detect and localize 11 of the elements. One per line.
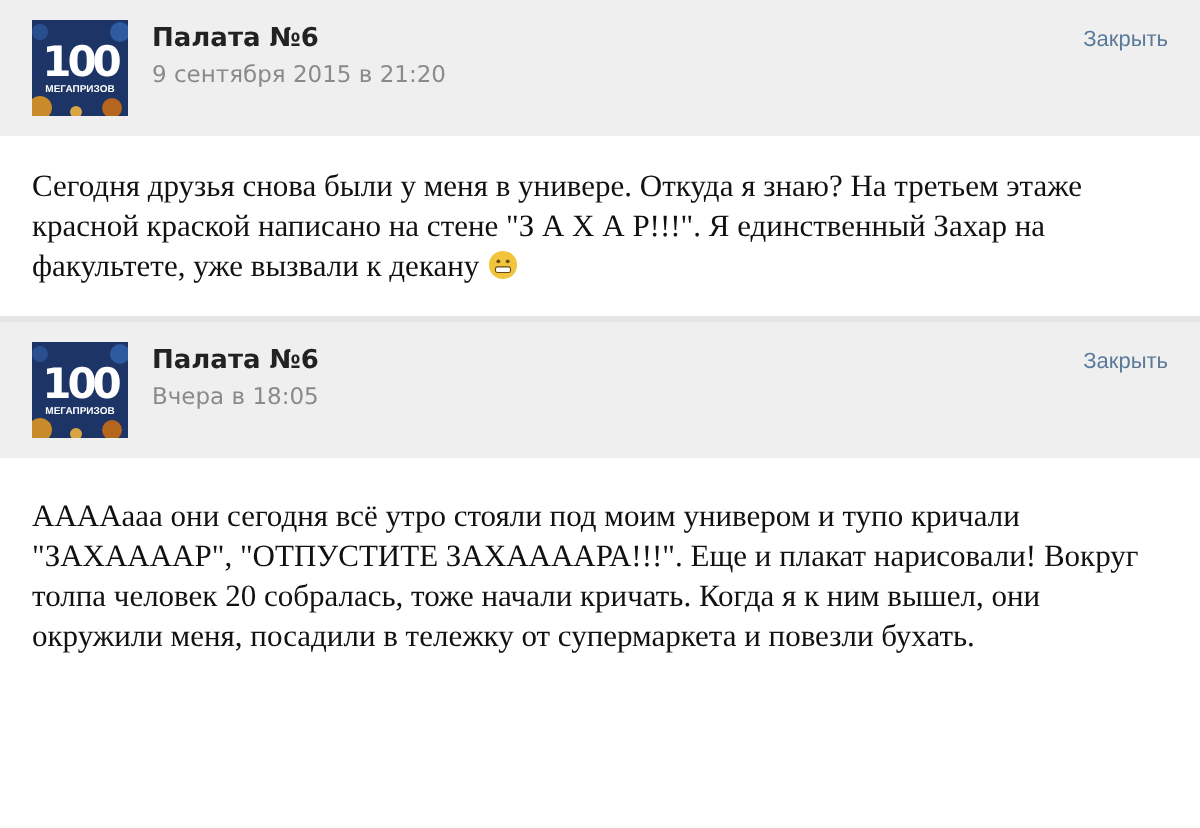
author-name: Палата №6 <box>152 24 321 54</box>
post-text: Сегодня друзья снова были у меня в универе. Откуда я знаю? На третьем этаже красной краской написано на стене "З А Х А Р!!!". Я единственный Захар на факультете, уже вызвали к декану <box>32 168 1085 288</box>
grimacing-face-icon <box>487 250 518 280</box>
avatar-number: 100 <box>42 361 118 405</box>
post-date: 9 сентября 2015 в 21:20 <box>152 60 448 88</box>
author-name: Палата №6 <box>152 346 321 376</box>
avatar-number: 100 <box>42 39 118 83</box>
post-date: Вчера в 18:05 <box>152 382 321 410</box>
close-link[interactable]: Закрыть <box>1083 20 1168 52</box>
close-link[interactable]: Закрыть <box>1083 342 1168 374</box>
post-text: АААAааа они сегодня всё утро стояли под моим универом и тупо кричали "ЗАХААААР", "ОТПУСТИТЕ ЗАХААААРА!!!". Еще и плакат нарисовали! Вокруг толпа человек 20 собралась, тоже начали кричать. Когда я к ним вышел, они окружили меня, посадили в тележку от супермаркета и повезли бухать. <box>32 498 1141 658</box>
